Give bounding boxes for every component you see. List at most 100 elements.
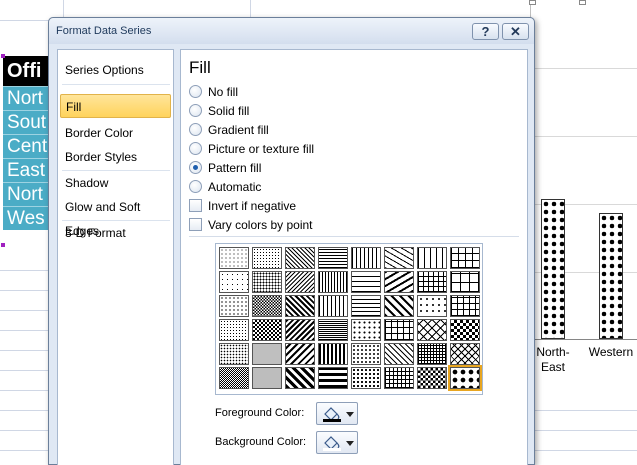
pattern-swatch[interactable] — [318, 295, 348, 317]
radio-button[interactable] — [189, 142, 202, 155]
pattern-swatch[interactable] — [384, 295, 414, 317]
pattern-swatch[interactable] — [252, 271, 282, 293]
radio-button-checked[interactable] — [189, 161, 202, 174]
pattern-swatch[interactable] — [318, 247, 348, 269]
chart-bar[interactable] — [541, 199, 565, 339]
checkbox[interactable] — [189, 218, 202, 231]
pattern-swatch[interactable] — [351, 295, 381, 317]
nav-item-3d-format[interactable]: 3-D Format — [60, 221, 171, 245]
pattern-swatch[interactable] — [252, 247, 282, 269]
chart-category-axis — [531, 339, 637, 340]
pattern-swatch[interactable] — [450, 271, 480, 293]
pattern-swatch[interactable] — [351, 247, 381, 269]
checkbox[interactable] — [189, 199, 202, 212]
pattern-swatch[interactable] — [252, 367, 282, 389]
nav-item-glow-soft-edges[interactable]: Glow and Soft Edges — [60, 195, 171, 238]
chart-resize-handle[interactable] — [579, 0, 586, 5]
pattern-swatch[interactable] — [450, 295, 480, 317]
pattern-swatch[interactable] — [252, 319, 282, 341]
pattern-swatch[interactable] — [384, 367, 414, 389]
pattern-swatch[interactable] — [285, 367, 315, 389]
pattern-swatch[interactable] — [450, 247, 480, 269]
chevron-down-icon — [346, 412, 354, 417]
background-color-button[interactable] — [316, 431, 358, 454]
section-divider — [189, 236, 519, 237]
pattern-swatch[interactable] — [219, 343, 249, 365]
section-title: Fill — [189, 58, 211, 77]
pattern-swatch[interactable] — [450, 319, 480, 341]
pattern-swatch[interactable] — [219, 271, 249, 293]
pattern-swatch[interactable] — [384, 247, 414, 269]
pattern-swatch[interactable] — [285, 271, 315, 293]
option-label: Invert if negative — [208, 199, 297, 213]
foreground-color-label: Foreground Color: — [215, 407, 305, 419]
pattern-swatch[interactable] — [384, 343, 414, 365]
radio-button[interactable] — [189, 85, 202, 98]
pattern-swatch[interactable] — [318, 367, 348, 389]
pattern-swatch[interactable] — [384, 319, 414, 341]
paint-bucket-icon — [323, 407, 341, 422]
pattern-swatch[interactable] — [351, 271, 381, 293]
chart-bar[interactable] — [599, 213, 623, 339]
pattern-swatch[interactable] — [285, 247, 315, 269]
fill-panel: Fill No fill Solid fill Gradient fill Pi… — [180, 49, 528, 465]
pattern-swatch[interactable] — [285, 295, 315, 317]
radio-button[interactable] — [189, 180, 202, 193]
foreground-color-button[interactable] — [316, 402, 358, 425]
nav-item-shadow[interactable]: Shadow — [60, 171, 171, 195]
pattern-swatch[interactable] — [417, 367, 447, 389]
selection-handle[interactable] — [1, 54, 5, 58]
option-label: Solid fill — [208, 104, 250, 118]
pattern-swatch[interactable] — [318, 319, 348, 341]
nav-item-label: Shadow — [65, 176, 109, 190]
format-data-series-dialog: Format Data Series ? ✕ Series Options Fi… — [48, 17, 535, 465]
nav-item-label: Fill — [66, 100, 82, 114]
pattern-swatch[interactable] — [351, 343, 381, 365]
pattern-swatch[interactable] — [219, 295, 249, 317]
nav-item-series-options[interactable]: Series Options — [60, 58, 171, 82]
pattern-swatch[interactable] — [417, 247, 447, 269]
selection-handle[interactable] — [1, 243, 5, 247]
chevron-down-icon — [346, 441, 354, 446]
pattern-swatch[interactable] — [285, 319, 315, 341]
option-label: Picture or texture fill — [208, 142, 315, 156]
nav-item-border-color[interactable]: Border Color — [60, 121, 171, 145]
pattern-swatch[interactable] — [417, 271, 447, 293]
pattern-swatch[interactable] — [384, 271, 414, 293]
nav-item-fill[interactable]: Fill — [60, 94, 171, 118]
pattern-swatch[interactable] — [351, 319, 381, 341]
nav-item-label: Border Color — [65, 126, 134, 140]
pattern-swatch[interactable] — [219, 247, 249, 269]
option-label: No fill — [208, 85, 239, 99]
chart-area[interactable]: North- East Western — [529, 0, 637, 405]
close-icon: ✕ — [510, 24, 521, 39]
pattern-swatch[interactable] — [285, 343, 315, 365]
pattern-swatch[interactable] — [219, 319, 249, 341]
nav-item-border-styles[interactable]: Border Styles — [60, 145, 171, 169]
option-label: Pattern fill — [208, 161, 262, 175]
close-button[interactable]: ✕ — [502, 23, 529, 40]
chart-category-label: Western — [588, 345, 634, 359]
pattern-swatch-selected[interactable] — [448, 365, 482, 391]
pattern-swatch[interactable] — [219, 367, 249, 389]
option-label: Gradient fill — [208, 123, 269, 137]
radio-button[interactable] — [189, 123, 202, 136]
pattern-swatch[interactable] — [252, 343, 282, 365]
pattern-swatch[interactable] — [318, 343, 348, 365]
paint-bucket-icon — [323, 436, 341, 451]
chart-resize-handle[interactable] — [529, 0, 536, 5]
pattern-swatch[interactable] — [318, 271, 348, 293]
chart-category-label: North- East — [536, 345, 570, 374]
pattern-swatch[interactable] — [417, 343, 447, 365]
pattern-grid — [215, 243, 483, 395]
nav-item-label: Series Options — [65, 63, 144, 77]
help-button[interactable]: ? — [472, 23, 499, 40]
pattern-swatch[interactable] — [252, 295, 282, 317]
dialog-titlebar[interactable]: Format Data Series ? ✕ — [49, 18, 534, 44]
pattern-swatch[interactable] — [450, 343, 480, 365]
chart-gridline — [531, 136, 637, 137]
pattern-swatch[interactable] — [417, 319, 447, 341]
pattern-swatch[interactable] — [351, 367, 381, 389]
radio-button[interactable] — [189, 104, 202, 117]
pattern-swatch[interactable] — [417, 295, 447, 317]
